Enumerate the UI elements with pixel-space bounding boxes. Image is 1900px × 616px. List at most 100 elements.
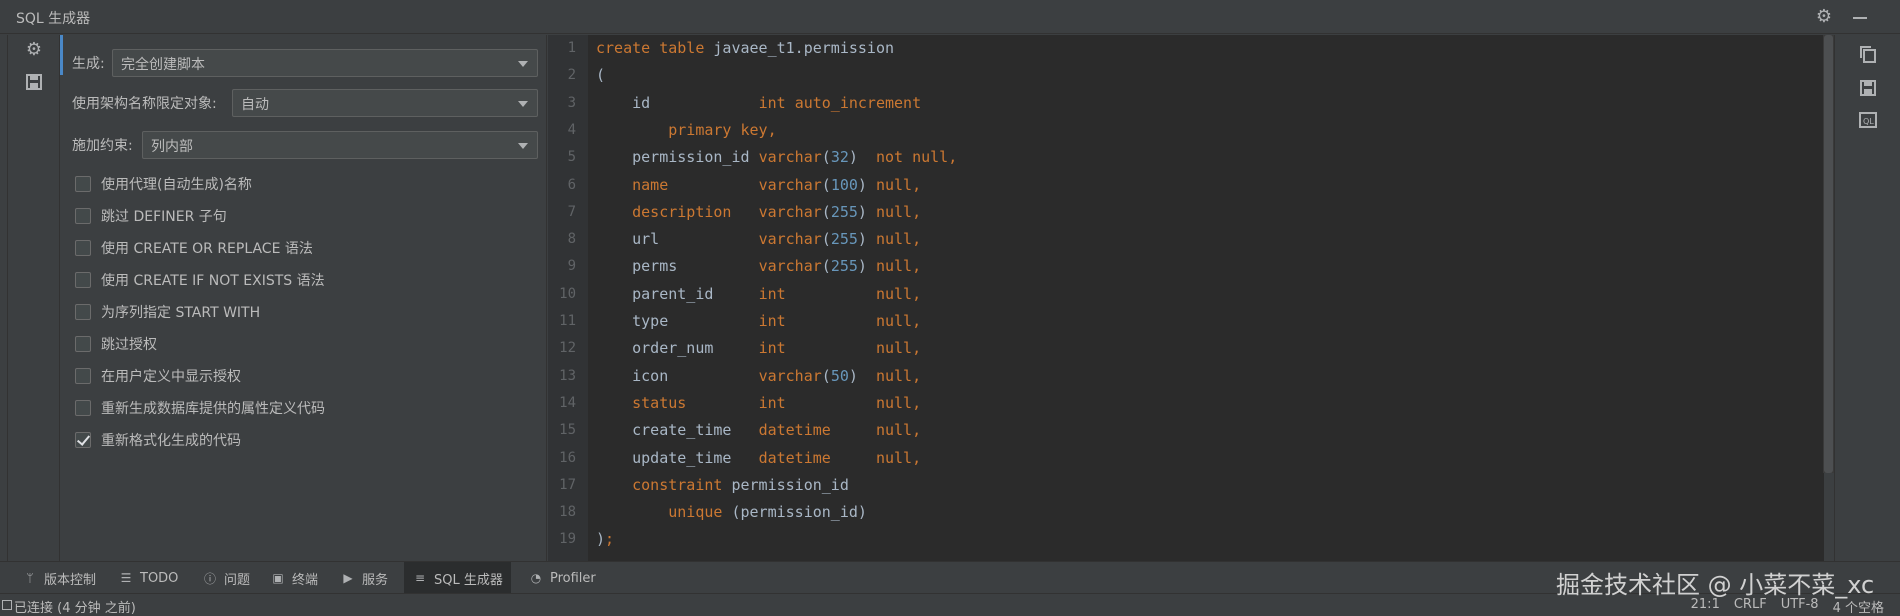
status-square-icon[interactable] — [2, 600, 12, 610]
line-number: 3 — [567, 94, 576, 111]
save-icon[interactable] — [1857, 77, 1879, 99]
code-token: ) — [848, 148, 876, 167]
copy-icon[interactable] — [1857, 43, 1879, 65]
branch-icon: ᛘ — [26, 571, 34, 585]
generate-select[interactable]: 完全创建脚本 — [112, 49, 538, 77]
tab-terminal[interactable]: ▣ 终端 — [262, 562, 326, 594]
code-token: null — [875, 421, 913, 440]
checkbox-row[interactable]: 重新格式化生成的代码 — [75, 429, 241, 451]
scrollbar-thumb[interactable] — [1824, 35, 1833, 473]
line-number: 7 — [567, 203, 576, 220]
code-token: unique — [668, 503, 723, 522]
tab-profiler[interactable]: ◔ Profiler — [520, 562, 604, 594]
checkbox[interactable] — [75, 208, 91, 224]
checkbox-row[interactable]: 使用 CREATE IF NOT EXISTS 语法 — [75, 269, 325, 291]
code-token: null — [875, 312, 913, 330]
save-icon[interactable] — [23, 71, 45, 93]
checkbox-row[interactable]: 在用户定义中显示授权 — [75, 365, 241, 387]
gear-icon[interactable]: ⚙ — [1813, 6, 1835, 28]
code-token: parent_id — [596, 284, 759, 303]
line-number: 17 — [559, 476, 576, 493]
code-token: table — [659, 39, 705, 57]
checkbox-label: 跳过 DEFINER 子句 — [101, 209, 227, 225]
constraint-select[interactable]: 列内部 — [142, 131, 538, 159]
checkbox-row[interactable]: 使用代理(自动生成)名称 — [75, 173, 252, 195]
code-line: id int auto_increment — [596, 94, 921, 112]
code-line: type int null, — [596, 312, 921, 330]
checkbox-row[interactable]: 为序列指定 START WITH — [75, 301, 260, 323]
code-token: ( — [821, 175, 831, 194]
constraint-value: 列内部 — [151, 139, 193, 155]
code-token: 255 — [830, 202, 858, 221]
checkbox[interactable] — [75, 240, 91, 256]
checkbox[interactable] — [75, 272, 91, 288]
sql-code-editor[interactable]: create table javaee_t1.permission ( id in… — [588, 35, 1824, 561]
gear-icon[interactable]: ⚙ — [23, 39, 45, 61]
minimize-icon[interactable] — [1849, 6, 1871, 28]
checkbox-row[interactable]: 使用 CREATE OR REPLACE 语法 — [75, 237, 313, 259]
tab-services[interactable]: ▶ 服务 — [332, 562, 396, 594]
tab-todo[interactable]: ☰ TODO — [110, 562, 186, 594]
line-number: 14 — [559, 394, 576, 411]
code-token: update_time — [596, 448, 759, 467]
checkbox[interactable] — [75, 336, 91, 352]
checkbox[interactable] — [75, 176, 91, 192]
checkbox-label: 使用 CREATE OR REPLACE 语法 — [101, 241, 313, 257]
code-token: 50 — [830, 366, 849, 385]
schema-label: 使用架构名称限定对象: — [72, 96, 217, 112]
tab-label: 服务 — [362, 572, 389, 588]
line-number: 6 — [567, 176, 576, 193]
checkbox[interactable] — [75, 400, 91, 416]
code-line: order_num int null, — [596, 339, 921, 357]
line-number-gutter: 1 2 3 4 5 6 7 8 9 10 11 12 13 14 15 16 17 18 19 — [548, 35, 588, 561]
checkbox-row[interactable]: 跳过授权 — [75, 333, 157, 355]
code-token: name — [632, 175, 669, 194]
editor-scrollbar[interactable] — [1823, 35, 1834, 473]
code-line: unique (permission_id) — [596, 503, 867, 521]
code-line: constraint permission_id — [596, 476, 849, 494]
code-token: perms — [596, 257, 759, 276]
schema-select[interactable]: 自动 — [232, 89, 538, 117]
generate-row: 生成: — [72, 49, 105, 77]
checkbox-row[interactable]: 重新生成数据库提供的属性定义代码 — [75, 397, 325, 419]
checkbox[interactable] — [75, 304, 91, 320]
code-token: , — [912, 366, 922, 385]
checkbox-checked[interactable] — [75, 432, 91, 448]
code-token: ) — [857, 257, 876, 276]
line-number: 19 — [559, 531, 576, 548]
code-token: ( — [821, 148, 831, 167]
code-line: description varchar(255) null, — [596, 203, 921, 221]
code-token: , — [912, 312, 922, 330]
code-line: primary key, — [596, 121, 776, 139]
tab-problems[interactable]: ⓘ 问题 — [194, 562, 258, 594]
code-token: ( — [821, 257, 831, 276]
code-line: ); — [596, 530, 614, 548]
code-token: null — [875, 202, 913, 221]
checkbox-row[interactable]: 跳过 DEFINER 子句 — [75, 205, 227, 227]
generate-label: 生成: — [72, 56, 105, 72]
code-token: ; — [605, 530, 615, 549]
code-token: permission_id — [596, 148, 759, 167]
code-token: url — [596, 230, 759, 249]
code-token: javaee_t1.permission — [704, 39, 895, 57]
constraint-row: 施加约束: — [72, 131, 133, 159]
code-line: update_time datetime null, — [596, 449, 921, 467]
play-icon: ▶ — [343, 571, 353, 585]
tab-label: SQL 生成器 — [434, 572, 503, 588]
connection-status: 已连接 (4 分钟 之前) — [14, 601, 136, 616]
tab-version-control[interactable]: ᛘ 版本控制 — [14, 562, 104, 594]
checkbox-label: 为序列指定 START WITH — [101, 305, 261, 321]
code-token: null — [875, 366, 913, 385]
code-token: null — [875, 393, 913, 412]
checkbox[interactable] — [75, 368, 91, 384]
code-line: ( — [596, 66, 605, 84]
tab-sql-generator[interactable]: ≡ SQL 生成器 — [404, 562, 511, 594]
ql-icon[interactable]: QL — [1857, 109, 1879, 131]
code-token: null — [875, 448, 913, 467]
